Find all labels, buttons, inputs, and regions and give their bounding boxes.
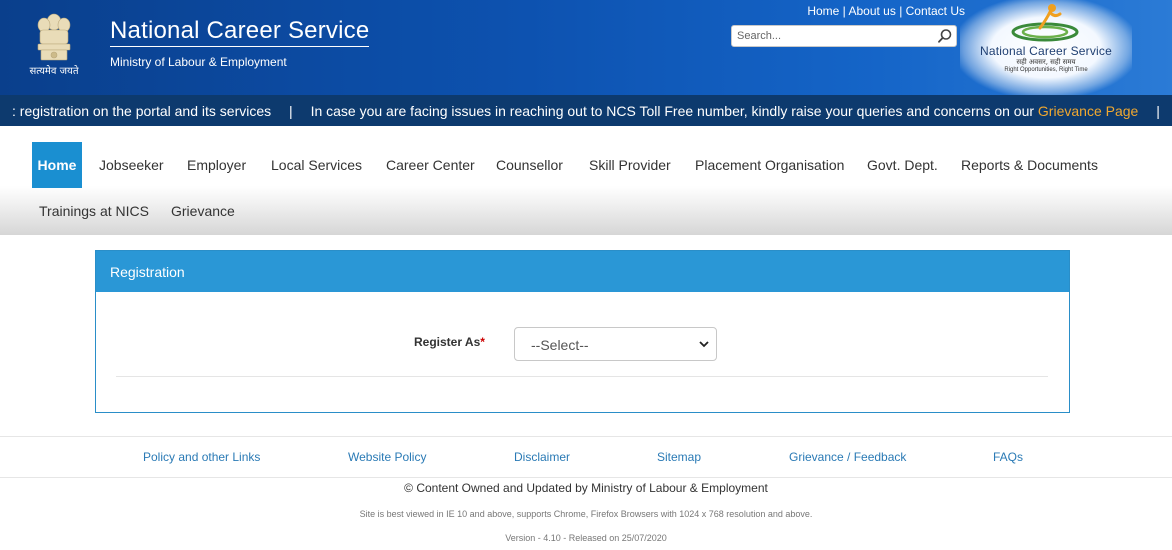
footer-link-policy[interactable]: Policy and other Links <box>143 450 260 464</box>
nav-item-local-services[interactable]: Local Services <box>271 157 362 173</box>
logo-tagline: Right Opportunities, Right Time <box>1004 67 1088 73</box>
nav-item-career-center[interactable]: Career Center <box>386 157 475 173</box>
emblem-motto: सत्यमेव जयते <box>29 66 79 77</box>
news-ticker: : registration on the portal and its ser… <box>0 95 1172 126</box>
ticker-text: : registration on the portal and its ser… <box>12 103 272 119</box>
nav-item-skill-provider[interactable]: Skill Provider <box>589 157 671 173</box>
site-subtitle: Ministry of Labour & Employment <box>110 55 287 69</box>
search-box <box>731 25 957 47</box>
ncs-logo-icon <box>1011 4 1079 42</box>
search-icon[interactable] <box>937 28 953 44</box>
nav-item-trainings-nics[interactable]: Trainings at NICS <box>39 203 149 219</box>
select-value: --Select-- <box>531 337 589 353</box>
register-as-label-text: Register As <box>414 335 481 349</box>
registration-panel: Registration Register As* --Select-- <box>95 250 1070 413</box>
logo-name: National Career Service <box>980 44 1112 58</box>
nav-item-govt-dept[interactable]: Govt. Dept. <box>867 157 938 173</box>
main-nav: Home Jobseeker Employer Local Services C… <box>0 126 1172 235</box>
register-as-label: Register As* <box>414 335 485 349</box>
top-link-home[interactable]: Home <box>807 4 839 18</box>
panel-heading: Registration <box>96 251 1069 292</box>
search-input[interactable] <box>737 28 932 44</box>
copyright-text: © Content Owned and Updated by Ministry … <box>404 481 768 495</box>
nav-item-jobseeker[interactable]: Jobseeker <box>99 157 164 173</box>
version-text: Version - 4.10 - Released on 25/07/2020 <box>505 533 667 543</box>
top-link-contact[interactable]: Contact Us <box>906 4 965 18</box>
footer-link-grievance-feedback[interactable]: Grievance / Feedback <box>789 450 906 464</box>
ncs-logo[interactable]: National Career Service सही अवसर, सही सम… <box>960 0 1132 95</box>
footer-link-website-policy[interactable]: Website Policy <box>348 450 426 464</box>
required-marker: * <box>480 335 485 349</box>
site-title[interactable]: National Career Service <box>110 17 370 47</box>
nav-item-placement-organisation[interactable]: Placement Organisation <box>695 157 844 173</box>
register-as-select[interactable]: --Select-- <box>514 327 717 361</box>
footer-link-disclaimer[interactable]: Disclaimer <box>514 450 570 464</box>
grievance-page-link[interactable]: Grievance Page <box>1038 103 1138 119</box>
nav-item-reports-documents[interactable]: Reports & Documents <box>961 157 1098 173</box>
divider <box>116 376 1048 377</box>
nav-item-grievance[interactable]: Grievance <box>171 203 235 219</box>
ticker-content: : registration on the portal and its ser… <box>12 103 1172 119</box>
footer-link-faqs[interactable]: FAQs <box>993 450 1023 464</box>
nav-item-home[interactable]: Home <box>32 142 82 188</box>
footer-links: Policy and other Links Website Policy Di… <box>0 436 1172 478</box>
footer-link-sitemap[interactable]: Sitemap <box>657 450 701 464</box>
ticker-separator: | <box>1156 103 1160 119</box>
logo-hindi-tagline: सही अवसर, सही समय <box>1016 58 1076 66</box>
chevron-down-icon <box>699 341 709 348</box>
top-links: Home | About us | Contact Us <box>790 4 965 18</box>
top-link-about[interactable]: About us <box>848 4 895 18</box>
ticker-text: In case you are facing issues in reachin… <box>310 103 1035 119</box>
nav-item-employer[interactable]: Employer <box>187 157 246 173</box>
browser-note: Site is best viewed in IE 10 and above, … <box>359 509 813 519</box>
nav-item-counsellor[interactable]: Counsellor <box>496 157 563 173</box>
ticker-separator: | <box>289 103 293 119</box>
site-header: सत्यमेव जयते National Career Service Min… <box>0 0 1172 95</box>
